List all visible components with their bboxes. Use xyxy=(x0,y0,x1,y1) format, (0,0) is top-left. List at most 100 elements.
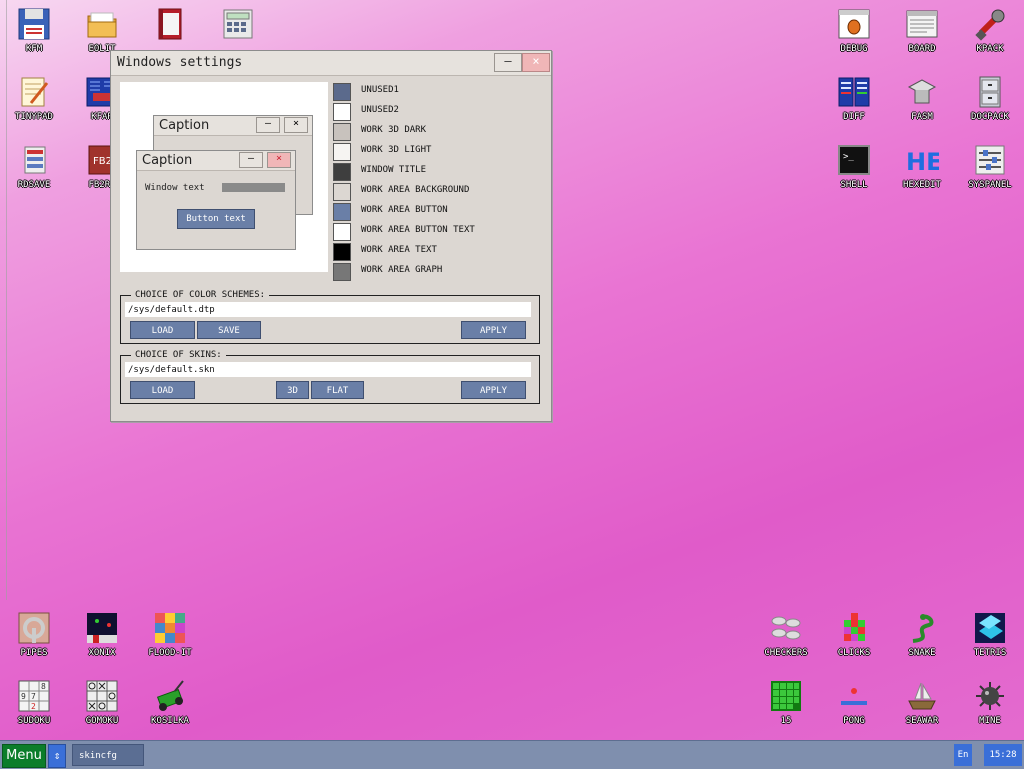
notepad-icon xyxy=(17,75,51,109)
desktop-icon-label: DEBUG xyxy=(840,44,868,54)
skin-path-input[interactable] xyxy=(125,362,531,377)
diff-icon xyxy=(837,75,871,109)
desktop-icon-snake[interactable]: SNAKE xyxy=(888,604,956,664)
color-swatch[interactable] xyxy=(333,103,351,121)
desktop-icon-kpack[interactable]: KPACK xyxy=(956,0,1024,60)
snake-icon xyxy=(905,611,939,645)
sliders-icon xyxy=(973,143,1007,177)
color-row-work-area-background[interactable]: WORK AREA BACKGROUND xyxy=(333,182,533,202)
desktop-icon-tetris[interactable]: TETRIS xyxy=(956,604,1024,664)
color-row-work-area-button-text[interactable]: WORK AREA BUTTON TEXT xyxy=(333,222,533,242)
color-row-unused1[interactable]: UNUSED1 xyxy=(333,82,533,102)
svg-text:9: 9 xyxy=(21,692,26,701)
svg-text:>_: >_ xyxy=(843,152,854,162)
flood-grid-icon xyxy=(153,611,187,645)
window-titlebar[interactable]: Windows settings – × xyxy=(111,51,551,76)
desktop-icon-xonix[interactable]: XONIX xyxy=(68,604,136,664)
desktop-icon-label: SUDOKU xyxy=(17,716,51,726)
skin-preview: Caption – × Caption – × Window text Butt… xyxy=(120,82,328,272)
gomoku-icon xyxy=(85,679,119,713)
desktop-icon-gomoku[interactable]: GOMOKU xyxy=(68,672,136,732)
desktop-icon-rdsave[interactable]: RDSAVE xyxy=(0,136,68,196)
desktop-icon-board[interactable]: BOARD xyxy=(888,0,956,60)
taskbar: Menu ⇕ skincfg En 15:28 xyxy=(0,740,1024,769)
desktop-icon-kfm[interactable]: KFM xyxy=(0,0,68,60)
fasm-icon xyxy=(905,75,939,109)
desktop-icon-docpack[interactable]: DOCPACK xyxy=(956,68,1024,128)
language-indicator[interactable]: En xyxy=(954,744,972,766)
color-row-work-area-button[interactable]: WORK AREA BUTTON xyxy=(333,202,533,222)
clicks-icon xyxy=(837,611,871,645)
desktop-icon-label: PONG xyxy=(843,716,865,726)
scheme-load-button[interactable]: LOAD xyxy=(130,321,195,339)
desktop-icon-label: PIPES xyxy=(20,648,48,658)
scheme-apply-button[interactable]: APPLY xyxy=(461,321,526,339)
color-row-unused2[interactable]: UNUSED2 xyxy=(333,102,533,122)
desktop-icon-seawar[interactable]: SEAWAR xyxy=(888,672,956,732)
skins-group: CHOICE OF SKINS: LOAD 3D FLAT APPLY xyxy=(120,350,540,404)
desktop-icon-sudoku[interactable]: 8 972 SUDOKU xyxy=(0,672,68,732)
preview-graph-bar xyxy=(222,183,285,192)
desktop-icon-label: XONIX xyxy=(88,648,116,658)
color-swatch[interactable] xyxy=(333,223,351,241)
menu-button[interactable]: Menu xyxy=(2,744,46,768)
scheme-save-button[interactable]: SAVE xyxy=(197,321,261,339)
color-swatch[interactable] xyxy=(333,83,351,101)
desktop-icon-label: CHECKERS xyxy=(764,648,808,658)
color-label: WORK AREA TEXT xyxy=(361,245,437,255)
desktop-icon-syspanel[interactable]: SYSPANEL xyxy=(956,136,1024,196)
desktop-icon-clicks[interactable]: CLICKS xyxy=(820,604,888,664)
color-row-work-3d-light[interactable]: WORK 3D LIGHT xyxy=(333,142,533,162)
color-swatch[interactable] xyxy=(333,263,351,281)
scheme-path-input[interactable] xyxy=(125,302,531,317)
preview-button: Button text xyxy=(177,209,255,229)
preview-close-icon: × xyxy=(284,117,308,133)
clock[interactable]: 15:28 xyxy=(984,744,1022,766)
desktop-icon-pipes[interactable]: PIPES xyxy=(0,604,68,664)
skins-legend: CHOICE OF SKINS: xyxy=(131,350,226,360)
color-row-work-area-text[interactable]: WORK AREA TEXT xyxy=(333,242,533,262)
color-swatch[interactable] xyxy=(333,123,351,141)
desktop-icon-15[interactable]: 15 xyxy=(752,672,820,732)
bug-window-icon xyxy=(837,7,871,41)
desktop-icon-kosilka[interactable]: KOSILKA xyxy=(136,672,204,732)
desktop-icon-mine[interactable]: MINE xyxy=(956,672,1024,732)
color-label: WORK AREA BUTTON TEXT xyxy=(361,225,475,235)
color-swatch[interactable] xyxy=(333,163,351,181)
skin-flat-button[interactable]: FLAT xyxy=(311,381,364,399)
color-row-work-3d-dark[interactable]: WORK 3D DARK xyxy=(333,122,533,142)
desktop-icon-hexedit[interactable]: HE HEXEDIT xyxy=(888,136,956,196)
skin-3d-button[interactable]: 3D xyxy=(276,381,309,399)
xonix-icon xyxy=(85,611,119,645)
sudoku-icon: 8 972 xyxy=(17,679,51,713)
color-swatch[interactable] xyxy=(333,243,351,261)
desktop-icon-label: SHELL xyxy=(840,180,868,190)
preview-minimize-icon: – xyxy=(239,152,263,168)
taskbar-item-skincfg[interactable]: skincfg xyxy=(72,744,144,766)
desktop-icon-diff[interactable]: DIFF xyxy=(820,68,888,128)
floppy-icon xyxy=(17,7,51,41)
desktop-icon-debug[interactable]: DEBUG xyxy=(820,0,888,60)
desktop-icon-shell[interactable]: >_ SHELL xyxy=(820,136,888,196)
close-button[interactable]: × xyxy=(522,53,550,72)
color-row-work-area-graph[interactable]: WORK AREA GRAPH xyxy=(333,262,533,282)
color-swatch[interactable] xyxy=(333,203,351,221)
color-swatch[interactable] xyxy=(333,183,351,201)
desktop-icon-floodit[interactable]: FLOOD-IT xyxy=(136,604,204,664)
color-swatch[interactable] xyxy=(333,143,351,161)
window-title: Windows settings xyxy=(117,55,243,70)
desktop-icon-tinypad[interactable]: TINYPAD xyxy=(0,68,68,128)
desktop-icon-pong[interactable]: PONG xyxy=(820,672,888,732)
color-label: WORK 3D DARK xyxy=(361,125,427,135)
color-row-window-title[interactable]: WINDOW TITLE xyxy=(333,162,533,182)
desktop-icon-label: KPACK xyxy=(976,44,1004,54)
desktop-icon-label: CLICKS xyxy=(837,648,871,658)
minimize-button[interactable]: – xyxy=(494,53,522,72)
skin-load-button[interactable]: LOAD xyxy=(130,381,195,399)
color-schemes-legend: CHOICE OF COLOR SCHEMES: xyxy=(131,290,270,300)
updown-arrows-icon[interactable]: ⇕ xyxy=(48,744,66,768)
skin-apply-button[interactable]: APPLY xyxy=(461,381,526,399)
desktop-icon-checkers[interactable]: CHECKERS xyxy=(752,604,820,664)
desktop-icon-fasm[interactable]: FASM xyxy=(888,68,956,128)
ship-icon xyxy=(905,679,939,713)
